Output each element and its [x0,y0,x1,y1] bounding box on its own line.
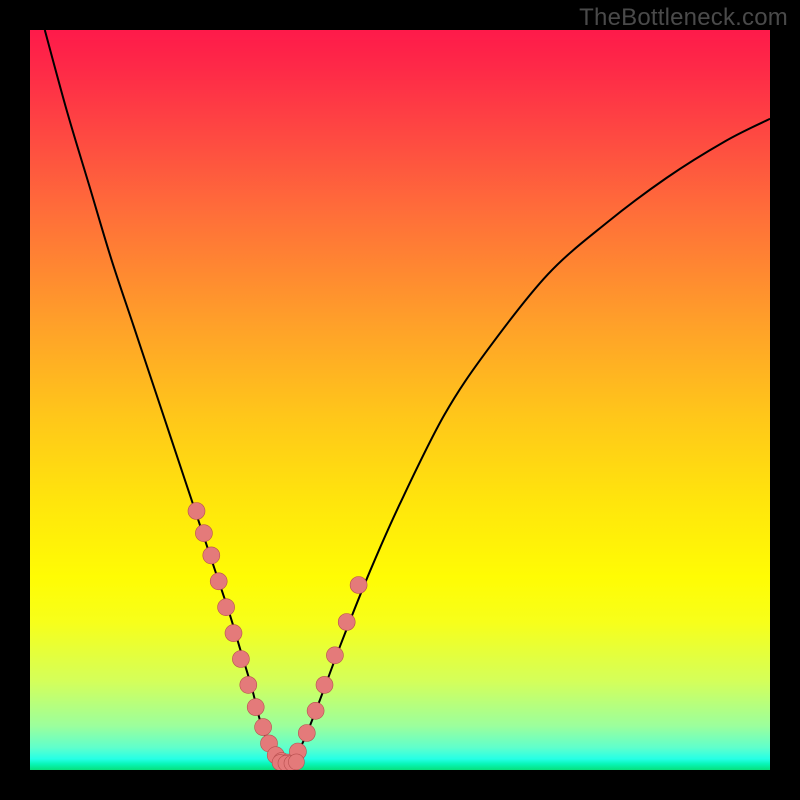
data-dots [188,503,367,771]
outer-frame: TheBottleneck.com [0,0,800,800]
plot-area [30,30,770,770]
data-dot [195,525,212,542]
data-dot [338,614,355,631]
data-dot [218,599,235,616]
watermark-text: TheBottleneck.com [579,4,788,32]
data-dot [350,577,367,594]
data-dot [307,702,324,719]
data-dot [298,725,315,742]
data-dot [316,676,333,693]
data-dot [247,699,264,716]
data-dot [240,676,257,693]
bottleneck-curve [45,30,770,764]
data-dot [255,719,272,736]
data-dot [210,573,227,590]
data-dot [203,547,220,564]
data-dot [225,625,242,642]
data-dot [188,503,205,520]
curve-path [45,30,770,764]
data-dot [326,647,343,664]
chart-svg [30,30,770,770]
data-dot [232,651,249,668]
data-dot [288,754,304,770]
